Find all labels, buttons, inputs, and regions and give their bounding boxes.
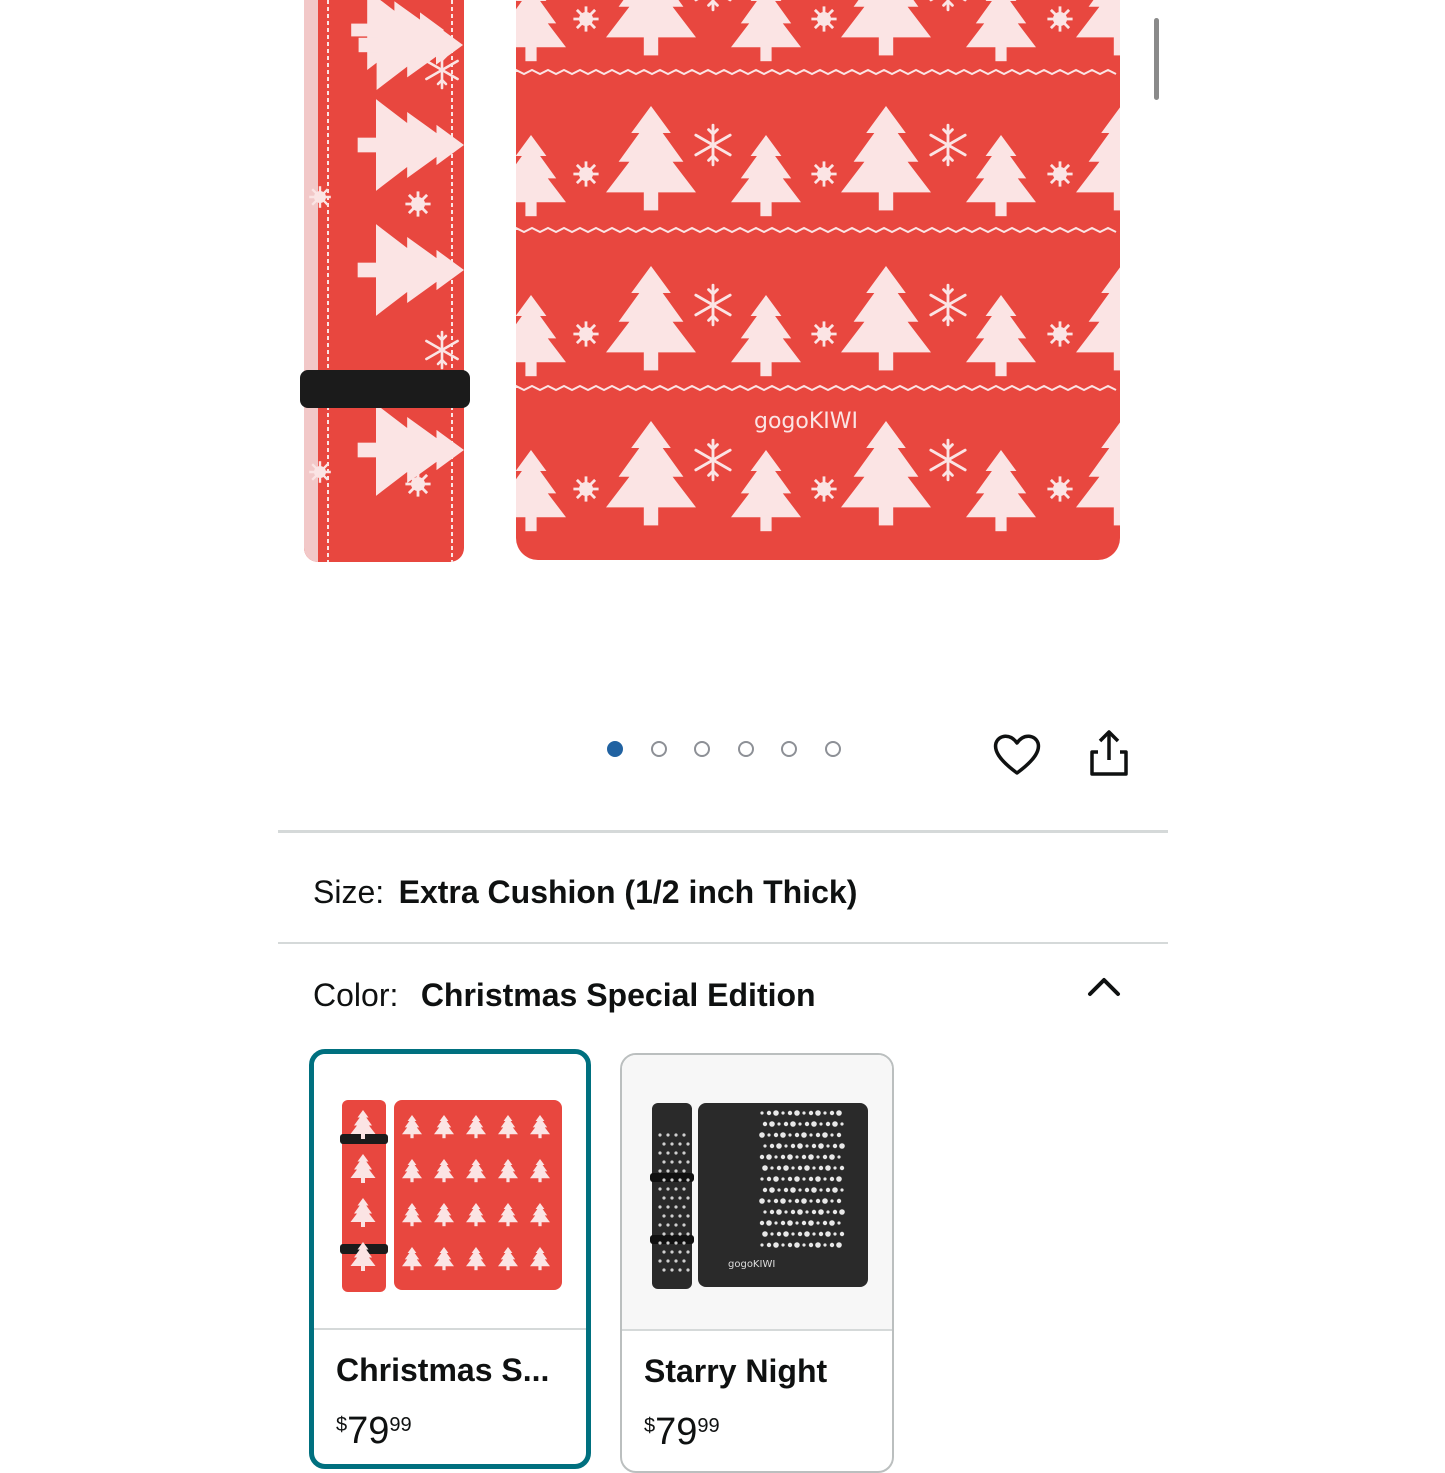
divider: [278, 830, 1168, 833]
swatch-name: Starry Night: [644, 1353, 828, 1389]
price-whole: 79: [655, 1411, 698, 1453]
carousel-dot[interactable]: [607, 741, 623, 757]
heart-icon[interactable]: [990, 728, 1044, 782]
brand-logo: gogoKIWI: [754, 409, 858, 434]
product-image[interactable]: gogoKIWI: [300, 0, 1130, 570]
swatch-image: [314, 1054, 586, 1328]
price-currency: $: [644, 1415, 656, 1437]
carousel-dot[interactable]: [824, 741, 841, 757]
share-icon[interactable]: [1082, 728, 1136, 782]
color-label: Color:: [313, 977, 399, 1013]
swatch-price: $7999: [336, 1410, 412, 1453]
chevron-up-icon[interactable]: [1084, 968, 1124, 1004]
price-whole: 79: [347, 1410, 390, 1452]
size-row[interactable]: Size: Extra Cushion (1/2 inch Thick): [313, 874, 857, 911]
size-label: Size:: [313, 874, 385, 910]
flat-mat-image: gogoKIWI: [516, 0, 1120, 560]
starry-night-mat-thumbnail: gogoKIWI: [650, 1103, 868, 1289]
swatch-price: $7999: [644, 1411, 720, 1454]
christmas-mat-thumbnail: [340, 1100, 562, 1292]
mat-strap: [300, 370, 470, 408]
swatch-starry-night[interactable]: gogoKIWI Starry Night $7999: [620, 1053, 894, 1473]
swatch-separator: [314, 1328, 586, 1330]
rolled-mat-pattern: [304, 0, 464, 562]
flat-mat-pattern: gogoKIWI: [516, 0, 1120, 560]
size-value: Extra Cushion (1/2 inch Thick): [398, 874, 858, 910]
page-scrollbar[interactable]: [1154, 18, 1159, 100]
rolled-mat-image: [304, 0, 464, 562]
carousel-dot[interactable]: [694, 741, 710, 757]
swatch-separator: [622, 1329, 892, 1331]
price-fraction: 99: [389, 1414, 412, 1436]
swatch-name: Christmas S...: [336, 1352, 550, 1388]
swatch-christmas[interactable]: Christmas S... $7999: [309, 1049, 591, 1469]
thumbnail-brand-logo: gogoKIWI: [728, 1259, 775, 1270]
color-row[interactable]: Color: Christmas Special Edition: [313, 977, 816, 1014]
divider: [278, 942, 1168, 944]
price-currency: $: [336, 1414, 348, 1436]
carousel-dot[interactable]: [737, 741, 754, 757]
carousel-dot[interactable]: [781, 741, 797, 757]
price-fraction: 99: [697, 1415, 720, 1437]
carousel-dot[interactable]: [650, 741, 667, 757]
color-value: Christmas Special Edition: [420, 977, 816, 1013]
swatch-image: gogoKIWI: [622, 1055, 892, 1329]
